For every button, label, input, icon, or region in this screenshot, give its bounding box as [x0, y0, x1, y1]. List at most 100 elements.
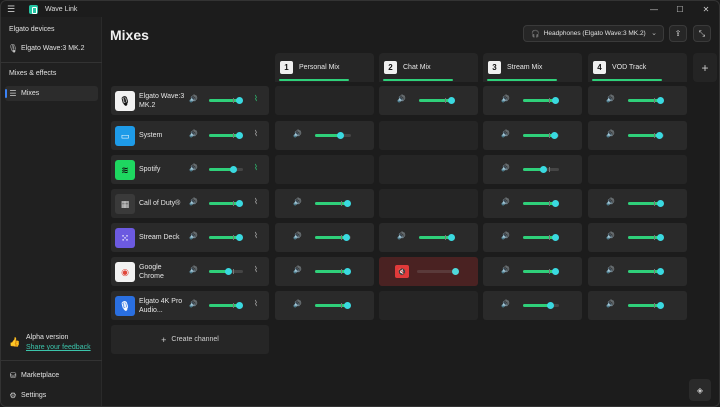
- slider-knob[interactable]: [225, 268, 232, 275]
- speaker-icon[interactable]: 🔊: [397, 232, 406, 240]
- slider-knob[interactable]: [540, 166, 547, 173]
- channel-volume-slider[interactable]: [209, 234, 243, 241]
- mix-volume-slider[interactable]: [628, 200, 664, 207]
- collapse-button[interactable]: ⤡: [693, 25, 711, 42]
- channel-volume-slider[interactable]: [209, 302, 243, 309]
- mix-volume-slider[interactable]: [628, 97, 664, 104]
- speaker-icon[interactable]: 🔊: [501, 95, 510, 103]
- mix-volume-slider[interactable]: [523, 200, 559, 207]
- slider-knob[interactable]: [552, 97, 559, 104]
- speaker-icon[interactable]: 🔊: [397, 95, 406, 103]
- speaker-icon[interactable]: 🔊: [606, 130, 615, 138]
- speaker-icon[interactable]: 🔊: [189, 164, 198, 172]
- effects-icon[interactable]: ⌇: [254, 231, 258, 240]
- mix-volume-slider[interactable]: [523, 166, 559, 173]
- channel-volume-slider[interactable]: [209, 97, 243, 104]
- slider-knob[interactable]: [656, 132, 663, 139]
- slider-knob[interactable]: [236, 200, 243, 207]
- speaker-icon[interactable]: 🔊: [501, 130, 510, 138]
- slider-knob[interactable]: [552, 234, 559, 241]
- slider-knob[interactable]: [236, 234, 243, 241]
- layers-button[interactable]: ◈: [689, 379, 711, 401]
- effects-icon[interactable]: ⌇: [254, 299, 258, 308]
- channel-volume-slider[interactable]: [209, 200, 243, 207]
- speaker-icon[interactable]: 🔊: [606, 95, 615, 103]
- effects-icon[interactable]: ⌇: [254, 129, 258, 138]
- speaker-icon[interactable]: 🔊: [606, 232, 615, 240]
- mix-volume-slider[interactable]: [315, 200, 351, 207]
- mix-header[interactable]: 1 Personal Mix: [275, 53, 374, 82]
- mix-volume-slider[interactable]: [315, 132, 351, 139]
- channel-row[interactable]: ▦ Call of Duty® 🔊 ⌇: [111, 189, 269, 218]
- speaker-icon[interactable]: 🔊: [189, 232, 198, 240]
- speaker-icon[interactable]: 🔊: [189, 300, 198, 308]
- close-button[interactable]: ✕: [693, 1, 719, 17]
- slider-knob[interactable]: [452, 268, 459, 275]
- channel-row[interactable]: 🎙 Elgato 4K Pro Audio... 🔊 ⌇: [111, 291, 269, 320]
- speaker-icon[interactable]: 🔊: [189, 95, 198, 103]
- channel-row[interactable]: ▭ System 🔊 ⌇: [111, 121, 269, 150]
- slider-knob[interactable]: [236, 132, 243, 139]
- sidebar-item-marketplace[interactable]: ⛁ Marketplace: [5, 368, 98, 383]
- sidebar-item-mixes[interactable]: ☰ Mixes: [5, 86, 98, 101]
- speaker-icon[interactable]: 🔊: [501, 164, 510, 172]
- slider-knob[interactable]: [230, 166, 237, 173]
- share-button[interactable]: ⇪: [669, 25, 687, 42]
- slider-knob[interactable]: [657, 200, 664, 207]
- speaker-icon[interactable]: 🔊: [293, 198, 302, 206]
- feedback-link[interactable]: Share your feedback: [26, 343, 91, 353]
- mix-volume-slider[interactable]: [419, 97, 455, 104]
- speaker-icon[interactable]: 🔊: [501, 300, 510, 308]
- mix-volume-slider[interactable]: [315, 234, 351, 241]
- mix-volume-slider[interactable]: [628, 268, 664, 275]
- output-device-select[interactable]: 🎧 Headphones (Elgato Wave:3 MK.2) ⌄: [523, 25, 664, 42]
- slider-knob[interactable]: [552, 268, 559, 275]
- sidebar-item-settings[interactable]: ⚙ Settings: [5, 388, 98, 403]
- mix-volume-slider[interactable]: [523, 302, 559, 309]
- slider-knob[interactable]: [344, 200, 351, 207]
- mix-volume-slider[interactable]: [628, 302, 664, 309]
- slider-knob[interactable]: [236, 97, 243, 104]
- speaker-icon[interactable]: 🔊: [501, 266, 510, 274]
- speaker-icon[interactable]: 🔊: [293, 130, 302, 138]
- mix-volume-slider[interactable]: [315, 302, 351, 309]
- slider-knob[interactable]: [448, 97, 455, 104]
- speaker-icon[interactable]: 🔊: [189, 130, 198, 138]
- mix-volume-slider[interactable]: [523, 97, 559, 104]
- mix-volume-slider[interactable]: [523, 268, 559, 275]
- slider-knob[interactable]: [547, 302, 554, 309]
- slider-knob[interactable]: [552, 200, 559, 207]
- speaker-icon[interactable]: 🔊: [293, 300, 302, 308]
- channel-volume-slider[interactable]: [209, 166, 243, 173]
- mix-volume-slider[interactable]: [417, 268, 459, 275]
- channel-row[interactable]: 🎙 Elgato Wave:3 MK.2 🔊 ⌇: [111, 86, 269, 115]
- mix-header[interactable]: 2 Chat Mix: [379, 53, 478, 82]
- speaker-icon[interactable]: 🔊: [189, 266, 198, 274]
- add-mix-button[interactable]: +: [693, 53, 717, 82]
- slider-knob[interactable]: [448, 234, 455, 241]
- mix-volume-slider[interactable]: [523, 132, 559, 139]
- speaker-icon[interactable]: 🔊: [501, 198, 510, 206]
- mix-volume-slider[interactable]: [523, 234, 559, 241]
- slider-knob[interactable]: [657, 268, 664, 275]
- effects-icon[interactable]: ⌇: [254, 265, 258, 274]
- mix-volume-slider[interactable]: [628, 234, 664, 241]
- effects-icon[interactable]: ⌇: [254, 163, 258, 172]
- slider-knob[interactable]: [657, 302, 664, 309]
- speaker-icon[interactable]: 🔊: [293, 266, 302, 274]
- channel-row[interactable]: ◉ Google Chrome 🔊 ⌇: [111, 257, 269, 286]
- mix-header[interactable]: 4 VOD Track: [588, 53, 687, 82]
- effects-icon[interactable]: ⌇: [254, 94, 258, 103]
- slider-knob[interactable]: [657, 97, 664, 104]
- mix-volume-slider[interactable]: [628, 132, 664, 139]
- speaker-icon[interactable]: 🔊: [606, 198, 615, 206]
- effects-icon[interactable]: ⌇: [254, 197, 258, 206]
- speaker-icon[interactable]: 🔊: [606, 300, 615, 308]
- maximize-button[interactable]: ☐: [667, 1, 693, 17]
- channel-row[interactable]: ⁙ Stream Deck 🔊 ⌇: [111, 223, 269, 252]
- channel-volume-slider[interactable]: [209, 132, 243, 139]
- channel-volume-slider[interactable]: [209, 268, 243, 275]
- mute-button[interactable]: 🔇: [395, 265, 409, 278]
- create-channel-button[interactable]: + Create channel: [111, 325, 269, 354]
- sidebar-item-device[interactable]: 🎙 Elgato Wave:3 MK.2: [5, 41, 98, 56]
